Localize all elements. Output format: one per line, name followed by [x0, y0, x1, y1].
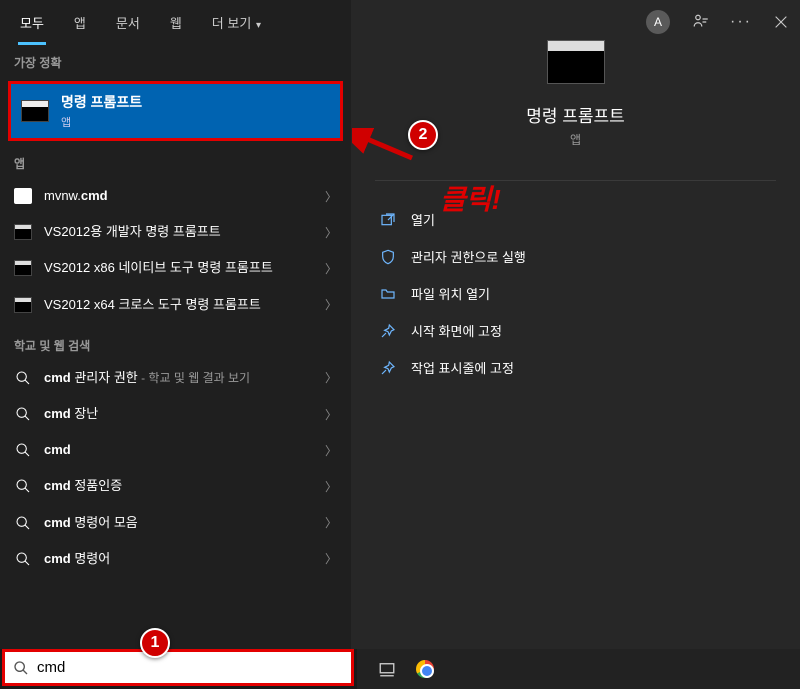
preview-subtitle: 앱: [570, 131, 581, 148]
action-run-admin[interactable]: 관리자 권한으로 실행: [361, 238, 790, 275]
list-item[interactable]: cmd 명령어 모음 〉: [0, 505, 351, 541]
feedback-icon[interactable]: [692, 13, 710, 31]
list-item[interactable]: cmd 정품인증 〉: [0, 468, 351, 504]
section-best-match: 가장 정확: [0, 44, 351, 77]
annotation-click-label: 클릭!: [440, 178, 501, 218]
pin-icon: [379, 360, 397, 376]
best-match-title: 명령 프롬프트: [61, 92, 142, 112]
action-label: 파일 위치 열기: [411, 284, 490, 303]
action-label: 관리자 권한으로 실행: [411, 247, 526, 266]
chevron-right-icon[interactable]: 〉: [325, 296, 337, 313]
list-item-label: cmd: [44, 441, 313, 459]
tab-docs[interactable]: 문서: [104, 1, 152, 44]
chevron-right-icon[interactable]: 〉: [325, 369, 337, 386]
top-icons: A ···: [646, 10, 790, 34]
close-icon[interactable]: [772, 13, 790, 31]
search-icon: [14, 442, 32, 458]
tab-more[interactable]: 더 보기 ▾: [200, 1, 273, 44]
search-input-container[interactable]: [2, 649, 354, 686]
chrome-icon[interactable]: [415, 659, 435, 679]
avatar[interactable]: A: [646, 10, 670, 34]
actions-list: 열기 관리자 권한으로 실행 파일 위치 열기 시작 화면에 고정: [351, 195, 800, 392]
list-item-label: cmd 명령어 모음: [44, 514, 313, 532]
list-item[interactable]: cmd 관리자 권한 - 학교 및 웹 결과 보기 〉: [0, 360, 351, 396]
results-list: mvnw.cmd 〉 VS2012용 개발자 명령 프롬프트 〉 VS2012 …: [0, 178, 351, 649]
search-input[interactable]: [37, 659, 343, 676]
annotation-badge-1: 1: [140, 628, 170, 658]
list-item[interactable]: mvnw.cmd 〉: [0, 178, 351, 214]
more-icon[interactable]: ···: [732, 13, 750, 31]
folder-icon: [379, 286, 397, 302]
best-match-subtitle: 앱: [61, 114, 142, 130]
cmd-icon: [14, 224, 32, 240]
search-icon: [13, 660, 29, 676]
cmd-icon: [21, 100, 49, 122]
action-label: 시작 화면에 고정: [411, 321, 502, 340]
action-open[interactable]: 열기: [361, 201, 790, 238]
search-icon: [14, 515, 32, 531]
list-item[interactable]: VS2012용 개발자 명령 프롬프트 〉: [0, 214, 351, 250]
search-icon: [14, 551, 32, 567]
cmd-icon: [14, 260, 32, 276]
preview-title: 명령 프롬프트: [526, 102, 625, 127]
search-icon: [14, 406, 32, 422]
chevron-right-icon[interactable]: 〉: [325, 478, 337, 495]
list-item-label: cmd 명령어: [44, 550, 313, 568]
open-icon: [379, 212, 397, 228]
chevron-right-icon[interactable]: 〉: [325, 188, 337, 205]
search-icon: [14, 478, 32, 494]
list-item-label: cmd 정품인증: [44, 477, 313, 495]
list-item-label: VS2012 x64 크로스 도구 명령 프롬프트: [44, 296, 313, 314]
action-label: 작업 표시줄에 고정: [411, 358, 514, 377]
section-apps: 앱: [0, 145, 351, 178]
action-open-location[interactable]: 파일 위치 열기: [361, 275, 790, 312]
chevron-right-icon[interactable]: 〉: [325, 550, 337, 567]
pin-icon: [379, 323, 397, 339]
chevron-right-icon[interactable]: 〉: [325, 260, 337, 277]
chevron-right-icon[interactable]: 〉: [325, 442, 337, 459]
list-item[interactable]: VS2012 x86 네이티브 도구 명령 프롬프트 〉: [0, 250, 351, 286]
list-item[interactable]: cmd 명령어 〉: [0, 541, 351, 577]
action-pin-taskbar[interactable]: 작업 표시줄에 고정: [361, 349, 790, 386]
action-pin-start[interactable]: 시작 화면에 고정: [361, 312, 790, 349]
action-label: 열기: [411, 210, 435, 229]
chevron-right-icon[interactable]: 〉: [325, 514, 337, 531]
list-item-label: VS2012 x86 네이티브 도구 명령 프롬프트: [44, 259, 313, 277]
list-item-label: VS2012용 개발자 명령 프롬프트: [44, 223, 313, 241]
annotation-badge-2: 2: [408, 120, 438, 150]
cmd-icon: [14, 297, 32, 313]
best-match-result[interactable]: 명령 프롬프트 앱: [8, 81, 343, 141]
list-item[interactable]: cmd 장난 〉: [0, 396, 351, 432]
list-item-label: mvnw.cmd: [44, 187, 313, 205]
shield-icon: [379, 249, 397, 265]
list-item-label: cmd 장난: [44, 405, 313, 423]
tab-web[interactable]: 웹: [158, 1, 194, 44]
list-item[interactable]: cmd 〉: [0, 432, 351, 468]
tab-all[interactable]: 모두: [8, 1, 56, 44]
chevron-right-icon[interactable]: 〉: [325, 224, 337, 241]
preview-app-icon: [547, 40, 605, 84]
chevron-right-icon[interactable]: 〉: [325, 406, 337, 423]
taskbar: [357, 649, 800, 689]
task-view-icon[interactable]: [377, 659, 397, 679]
tab-apps[interactable]: 앱: [62, 1, 98, 44]
filter-tabs: 모두 앱 문서 웹 더 보기 ▾: [0, 0, 351, 44]
file-icon: [14, 188, 32, 204]
section-school-web: 학교 및 웹 검색: [0, 323, 351, 360]
search-icon: [14, 370, 32, 386]
divider: [375, 180, 776, 181]
list-item-label: cmd 관리자 권한 - 학교 및 웹 결과 보기: [44, 369, 313, 387]
list-item[interactable]: VS2012 x64 크로스 도구 명령 프롬프트 〉: [0, 287, 351, 323]
